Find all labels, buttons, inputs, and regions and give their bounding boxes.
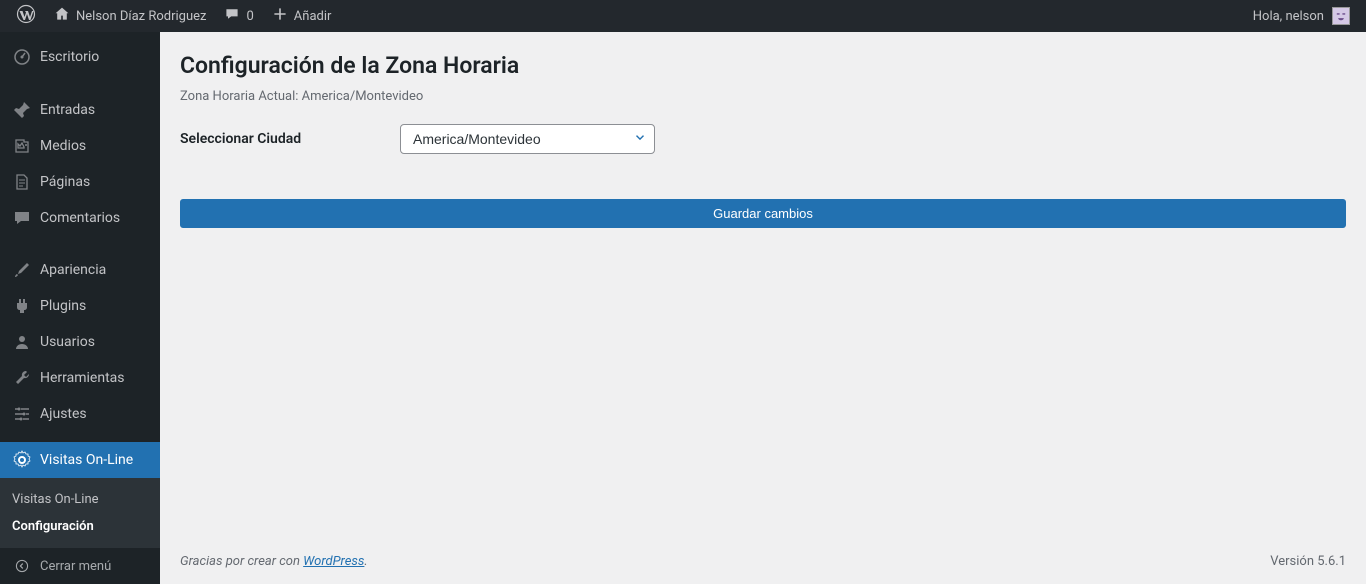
user-icon: [12, 332, 32, 352]
city-field-label: Seleccionar Ciudad: [180, 131, 400, 147]
sidebar-item-label: Páginas: [40, 174, 90, 190]
sidebar-item-visitas-online[interactable]: Visitas On-Line: [0, 442, 160, 478]
admin-topbar: Nelson Díaz Rodriguez 0 Añadir Hola, nel…: [0, 0, 1366, 32]
topbar-right[interactable]: Hola, nelson: [1253, 7, 1358, 25]
site-name: Nelson Díaz Rodriguez: [76, 9, 206, 24]
city-select-wrap: America/Montevideo: [400, 124, 655, 154]
submenu-item-configuracion[interactable]: Configuración: [0, 513, 160, 540]
sidebar-submenu: Visitas On-Line Configuración: [0, 478, 160, 548]
sidebar-item-entradas[interactable]: Entradas: [0, 92, 160, 128]
site-home-link[interactable]: Nelson Díaz Rodriguez: [46, 0, 214, 32]
sidebar-item-label: Ajustes: [40, 406, 87, 422]
wordpress-link[interactable]: WordPress: [303, 554, 364, 569]
sidebar-item-apariencia[interactable]: Apariencia: [0, 252, 160, 288]
topbar-left: Nelson Díaz Rodriguez 0 Añadir: [8, 0, 339, 32]
sidebar-item-label: Medios: [40, 138, 86, 154]
city-select[interactable]: America/Montevideo: [400, 124, 655, 154]
collapse-menu-button[interactable]: Cerrar menú: [0, 548, 160, 584]
home-icon: [54, 6, 70, 26]
footer-thanks: Gracias por crear con WordPress.: [180, 554, 368, 569]
admin-sidebar: Escritorio Entradas Medios Páginas Comen…: [0, 32, 160, 584]
sidebar-item-label: Escritorio: [40, 49, 99, 65]
sidebar-item-label: Plugins: [40, 298, 86, 314]
sidebar-item-comentarios[interactable]: Comentarios: [0, 200, 160, 236]
dashboard-icon: [12, 47, 32, 67]
greeting-text: Hola, nelson: [1253, 9, 1324, 24]
add-new-link[interactable]: Añadir: [264, 0, 340, 32]
sliders-icon: [12, 404, 32, 424]
pin-icon: [12, 100, 32, 120]
page-title: Configuración de la Zona Horaria: [180, 52, 1346, 79]
brush-icon: [12, 260, 32, 280]
wp-logo-link[interactable]: [8, 0, 44, 32]
collapse-icon: [12, 556, 32, 576]
footer-version: Versión 5.6.1: [1270, 554, 1346, 569]
sidebar-item-escritorio[interactable]: Escritorio: [0, 39, 160, 75]
sidebar-item-usuarios[interactable]: Usuarios: [0, 324, 160, 360]
page-icon: [12, 172, 32, 192]
plus-icon: [272, 6, 288, 26]
plug-icon: [12, 296, 32, 316]
submenu-item-visitas[interactable]: Visitas On-Line: [0, 486, 160, 513]
comment-icon: [224, 6, 240, 26]
comments-count: 0: [246, 9, 253, 24]
wrench-icon: [12, 368, 32, 388]
current-timezone-label: Zona Horaria Actual: America/Montevideo: [180, 89, 1346, 104]
add-new-label: Añadir: [294, 9, 332, 24]
main-content: Configuración de la Zona Horaria Zona Ho…: [160, 32, 1366, 584]
save-button[interactable]: Guardar cambios: [180, 199, 1346, 228]
sidebar-item-paginas[interactable]: Páginas: [0, 164, 160, 200]
sidebar-item-label: Comentarios: [40, 210, 120, 226]
sidebar-item-label: Entradas: [40, 102, 95, 118]
form-row-city: Seleccionar Ciudad America/Montevideo: [180, 124, 1346, 154]
comment-icon: [12, 208, 32, 228]
sidebar-item-label: Visitas On-Line: [40, 452, 133, 468]
avatar: [1332, 7, 1350, 25]
sidebar-item-label: Apariencia: [40, 262, 106, 278]
media-icon: [12, 136, 32, 156]
gear-icon: [12, 450, 32, 470]
sidebar-item-herramientas[interactable]: Herramientas: [0, 360, 160, 396]
wordpress-icon: [16, 4, 36, 28]
sidebar-item-ajustes[interactable]: Ajustes: [0, 396, 160, 432]
sidebar-item-plugins[interactable]: Plugins: [0, 288, 160, 324]
collapse-label: Cerrar menú: [40, 559, 111, 574]
sidebar-item-medios[interactable]: Medios: [0, 128, 160, 164]
sidebar-item-label: Herramientas: [40, 370, 125, 386]
sidebar-item-label: Usuarios: [40, 334, 95, 350]
admin-footer: Gracias por crear con WordPress. Versión…: [180, 539, 1346, 584]
comments-link[interactable]: 0: [216, 0, 261, 32]
